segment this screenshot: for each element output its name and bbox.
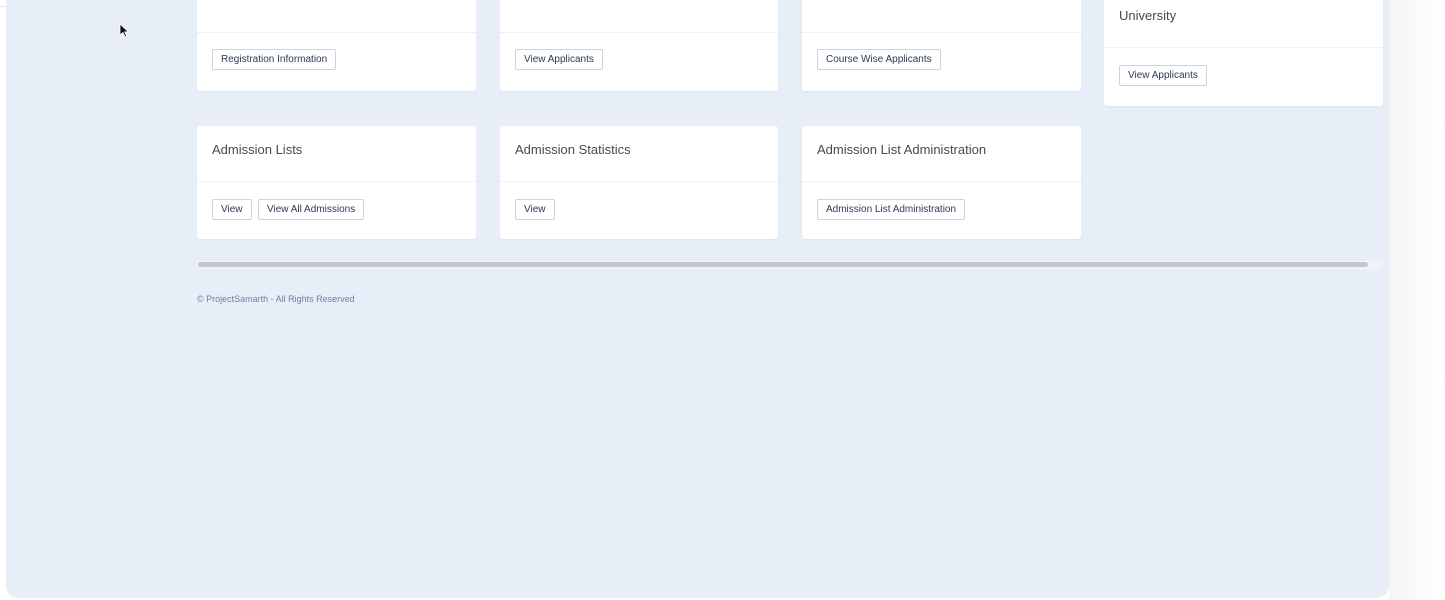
window-edge-shadow — [1389, 0, 1445, 600]
card-admission-list-administration: Admission List Administration Admission … — [802, 126, 1081, 239]
card-title: University — [1119, 8, 1177, 23]
card-registration: Registration Information — [197, 0, 476, 91]
card-applicants: View Applicants — [500, 0, 778, 91]
mouse-pointer-icon — [119, 23, 130, 38]
card-divider — [197, 181, 476, 182]
card-divider — [802, 181, 1081, 182]
registration-information-button[interactable]: Registration Information — [212, 49, 337, 70]
horizontal-scrollbar[interactable] — [197, 261, 1383, 269]
admission-statistics-view-button[interactable]: View — [515, 199, 555, 220]
card-title: Admission Lists — [212, 142, 303, 157]
card-title: Admission Statistics — [515, 142, 631, 157]
view-all-admissions-button[interactable]: View All Admissions — [258, 199, 365, 220]
card-admission-lists: Admission Lists View View All Admissions — [197, 126, 476, 239]
card-title: Admission List Administration — [817, 142, 987, 157]
admission-list-administration-button[interactable]: Admission List Administration — [817, 199, 966, 220]
card-divider — [500, 32, 778, 33]
card-university-applicants: University View Applicants — [1104, 0, 1383, 106]
card-divider — [197, 32, 476, 33]
footer-copyright: © ProjectSamarth - All Rights Reserved — [197, 294, 355, 304]
scrollbar-thumb[interactable] — [198, 262, 1368, 267]
card-divider — [802, 32, 1081, 33]
card-divider — [1104, 47, 1383, 48]
card-divider — [500, 181, 778, 182]
card-admission-statistics: Admission Statistics View — [500, 126, 778, 239]
course-wise-applicants-button[interactable]: Course Wise Applicants — [817, 49, 941, 70]
view-applicants-button[interactable]: View Applicants — [515, 49, 603, 70]
card-course-wise-applicants: Course Wise Applicants — [802, 0, 1081, 91]
admission-lists-view-button[interactable]: View — [212, 199, 252, 220]
university-view-applicants-button[interactable]: View Applicants — [1119, 65, 1207, 86]
